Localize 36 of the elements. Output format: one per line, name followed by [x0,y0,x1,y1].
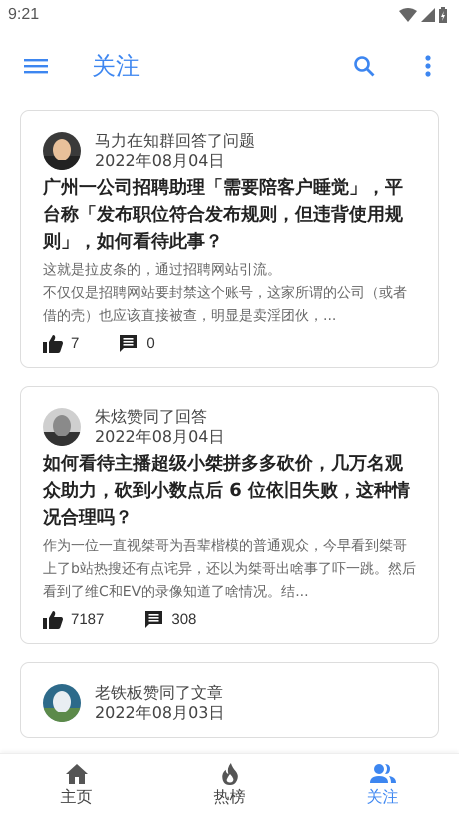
post-date: 2022年08月04日 [95,151,226,171]
search-icon[interactable] [353,55,375,77]
question-title[interactable]: 广州一公司招聘助理「需要陪客户睡觉」，平台称「发布职位符合发布规则，但违背使用规则」，如何看待此事？ [43,174,420,255]
like-count: 7 [71,335,80,352]
app-bar-title: 关注 [92,51,141,82]
status-time: 9:21 [8,6,40,24]
question-title[interactable]: 如何看待主播超级小桀拼多多砍价，几万名观众助力，砍到小数点后 6 位依旧失败，这种情况合理吗？ [43,450,420,531]
answer-excerpt: 作为一位一直视桀哥为吾辈楷模的普通观众，今早看到桀哥上了b站热搜还有点诧异，还以为桀哥出啥事了吓一跳。然后看到了维C和EV的录像知道了啥情况。结... [43,537,417,602]
activity-text: 老铁板赞同了文章 [95,683,224,703]
like-count: 7187 [71,611,104,628]
wifi-icon [399,8,417,22]
menu-icon[interactable] [24,58,48,74]
nav-tab[interactable]: 主页 [0,754,153,816]
home-icon [66,762,88,784]
comment-count: 0 [146,335,155,352]
people-icon [370,762,396,784]
comment-icon[interactable] [119,334,138,353]
nav-tab[interactable]: 热榜 [153,754,306,816]
answer-excerpt: 不仅仅是招聘网站要封禁这个账号，这家所谓的公司（或者借的壳）也应该直接被查，明显是卖淫团伙，... [43,284,408,326]
activity-text: 朱炫赞同了回答 [95,407,208,427]
activity-text: 马力在知群回答了问题 [95,131,255,151]
thumbs-up-icon[interactable] [43,334,63,352]
feed-card[interactable]: 老铁板赞同了文章 2022年08月03日 [20,662,439,738]
signal-icon [421,8,435,22]
battery-icon [439,7,447,23]
feed-card[interactable]: 马力在知群回答了问题 2022年08月04日 广州一公司招聘助理「需要陪客户睡觉」，平台称「发布职位符合发布规则，但违背使用规则」，如何看待此事？ 这就是拉皮条的，通过招聘网站引流。 不仅仅是招聘网站要封禁这个账号，这家所谓的公司（或者借的壳）也应该直接被查，明显是卖淫团伙，... 7 0 [20,110,439,368]
post-date: 2022年08月03日 [95,703,224,723]
flame-icon [220,762,240,784]
comment-icon[interactable] [144,610,164,629]
thumbs-up-icon[interactable] [43,610,63,628]
feed-card[interactable]: 朱炫赞同了回答 2022年08月04日 如何看待主播超级小桀拼多多砍价，几万名观众助力，砍到小数点后 6 位依旧失败，这种情况合理吗？ 作为一位一直视桀哥为吾辈楷模的普通观众，今早看到桀哥上了b站热搜还有点诧异，还以为桀哥出啥事了吓一跳。然后看到了维C和EV的录像知道了啥情况。结... 7187 308 [20,386,439,644]
answer-excerpt: 这就是拉皮条的，通过招聘网站引流。 [43,261,282,280]
more-icon[interactable] [425,55,431,77]
comment-count: 308 [171,611,196,628]
nav-tab[interactable]: 关注 [306,754,459,816]
post-date: 2022年08月04日 [95,427,224,447]
